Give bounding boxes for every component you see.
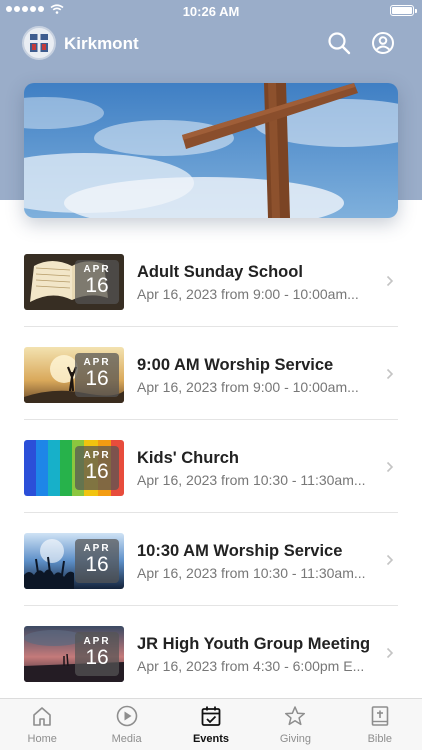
event-title: Kids' Church [137,449,240,467]
logo-icon [30,34,48,52]
status-time: 10:26 AM [182,4,240,19]
event-datetime: Apr 16, 2023 from 10:30 - 11:30am... [137,472,366,488]
status-bar: 10:26 AM [0,0,422,22]
chevron-right-icon [386,368,394,380]
play-icon [116,705,137,727]
battery-icon [390,5,417,16]
tab-bible[interactable]: Bible [338,699,422,750]
featured-banner[interactable] [24,83,398,218]
event-title: 10:30 AM Worship Service [137,542,343,560]
search-icon [328,32,351,55]
date-day: 16 [85,367,109,390]
tab-giving[interactable]: Giving [253,699,337,750]
tab-label: Events [192,733,230,745]
date-badge: APR 16 [75,446,119,490]
event-title: JR High Youth Group Meeting [137,635,371,653]
tab-media[interactable]: Media [84,699,168,750]
app-name: Kirkmont [64,34,139,53]
event-list: APR 16 Adult Sunday School Apr 16, 2023 … [24,234,398,699]
chevron-right-icon [386,461,394,473]
search-button[interactable] [326,30,352,56]
date-day: 16 [85,646,109,669]
date-badge: APR 16 [75,353,119,397]
event-datetime: Apr 16, 2023 from 9:00 - 10:00am... [137,286,359,302]
event-item[interactable]: APR 16 JR High Youth Group Meeting Apr 1… [24,606,398,699]
date-badge: APR 16 [75,539,119,583]
event-thumbnail: APR 16 [24,440,124,496]
cross-sky-image [24,83,398,218]
calendar-icon [201,706,221,726]
event-datetime: Apr 16, 2023 from 10:30 - 11:30am... [137,565,366,581]
event-item[interactable]: APR 16 Adult Sunday School Apr 16, 2023 … [24,234,398,327]
event-datetime: Apr 16, 2023 from 9:00 - 10:00am... [137,379,359,395]
account-icon [372,32,394,54]
star-icon [285,706,306,726]
event-thumbnail: APR 16 [24,254,124,310]
event-thumbnail: APR 16 [24,626,124,682]
date-day: 16 [85,460,109,483]
date-day: 16 [85,274,109,297]
church-logo[interactable] [22,26,56,60]
event-item[interactable]: APR 16 9:00 AM Worship Service Apr 16, 2… [24,327,398,420]
chevron-right-icon [386,554,394,566]
bible-icon [371,706,389,726]
event-thumbnail: APR 16 [24,533,124,589]
event-title: Adult Sunday School [137,263,303,281]
event-datetime: Apr 16, 2023 from 4:30 - 6:00pm E... [137,658,365,674]
app-header: Kirkmont [0,22,422,66]
tab-label: Media [111,733,142,745]
account-button[interactable] [370,30,396,56]
chevron-right-icon [386,275,394,287]
tab-bar: Home Media Events Giving Bible [0,698,422,750]
tab-label: Home [27,733,57,745]
event-title: 9:00 AM Worship Service [137,356,334,374]
tab-label: Giving [279,733,312,745]
date-badge: APR 16 [75,632,119,676]
event-item[interactable]: APR 16 Kids' Church Apr 16, 2023 from 10… [24,420,398,513]
home-icon [33,707,52,726]
event-item[interactable]: APR 16 10:30 AM Worship Service Apr 16, … [24,513,398,606]
tab-events[interactable]: Events [169,699,253,750]
chevron-right-icon [386,647,394,659]
event-thumbnail: APR 16 [24,347,124,403]
tab-home[interactable]: Home [0,699,84,750]
date-day: 16 [85,553,109,576]
date-badge: APR 16 [75,260,119,304]
tab-label: Bible [367,733,393,745]
